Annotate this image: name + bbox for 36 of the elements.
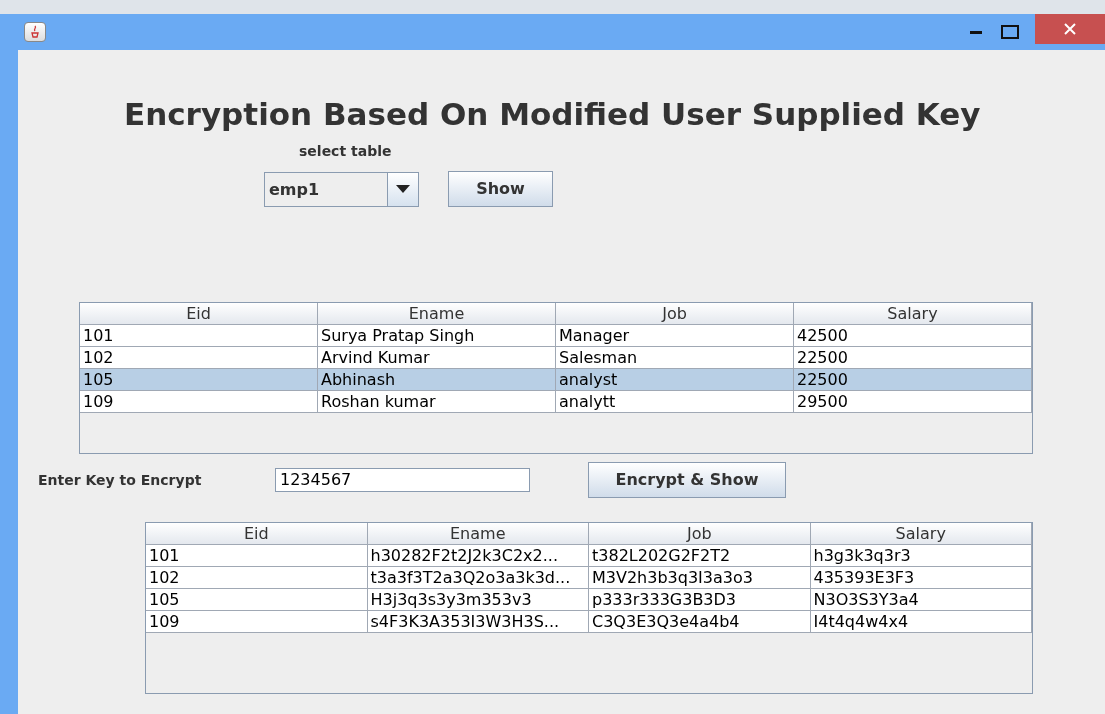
maximize-icon (1001, 25, 1019, 39)
select-table-label: select table (299, 142, 393, 160)
table-cell: 109 (146, 611, 368, 633)
table-cell: 109 (80, 391, 318, 413)
show-button[interactable]: Show (448, 171, 553, 207)
encrypt-show-button[interactable]: Encrypt & Show (588, 462, 786, 498)
minimize-icon (970, 30, 982, 34)
table-row[interactable]: 101 h30282F2t2J2k3C2x2... t382L202G2F2T2 h3g3k3q3r3 (146, 545, 1032, 567)
table-cell: I4t4q4w4x4 (810, 611, 1032, 633)
key-field[interactable]: 1234567 (275, 468, 530, 492)
column-header[interactable]: Salary (794, 303, 1032, 325)
close-icon (1064, 23, 1076, 35)
window-title: Encryption Based On Modified User Supplied Key (124, 95, 982, 134)
close-button[interactable] (1035, 14, 1105, 44)
table-cell: s4F3K3A353I3W3H3S... (367, 611, 589, 633)
table-row[interactable]: 109 s4F3K3A353I3W3H3S... C3Q3E3Q3e4a4b4 I4t4q4w4x4 (146, 611, 1032, 633)
column-header[interactable]: Job (556, 303, 794, 325)
table-cell: analytt (556, 391, 794, 413)
key-label: Enter Key to Encrypt (38, 470, 203, 490)
column-header[interactable]: Salary (810, 523, 1032, 545)
table-cell: Roshan kumar (318, 391, 556, 413)
table-row[interactable]: 101 Surya Pratap Singh Manager 42500 (80, 325, 1032, 347)
table-row[interactable]: 102 Arvind Kumar Salesman 22500 (80, 347, 1032, 369)
column-header[interactable]: Ename (318, 303, 556, 325)
table-row[interactable]: 105 H3j3q3s3y3m353v3 p333r333G3B3D3 N3O3S3Y3a4 (146, 589, 1032, 611)
table-row[interactable]: 105 Abhinash analyst 22500 (80, 369, 1032, 391)
column-header[interactable]: Eid (80, 303, 318, 325)
table-dropdown[interactable]: emp1 (264, 171, 419, 207)
column-header[interactable]: Ename (367, 523, 589, 545)
table-row[interactable]: 102 t3a3f3T2a3Q2o3a3k3d... M3V2h3b3q3I3a3o3 435393E3F3 (146, 567, 1032, 589)
column-header[interactable]: Job (589, 523, 811, 545)
table-cell: 29500 (794, 391, 1032, 413)
table-row[interactable]: 109 Roshan kumar analytt 29500 (80, 391, 1032, 413)
column-header[interactable]: Eid (146, 523, 368, 545)
caret-icon (396, 185, 410, 193)
table-cell: C3Q3E3Q3e4a4b4 (589, 611, 811, 633)
